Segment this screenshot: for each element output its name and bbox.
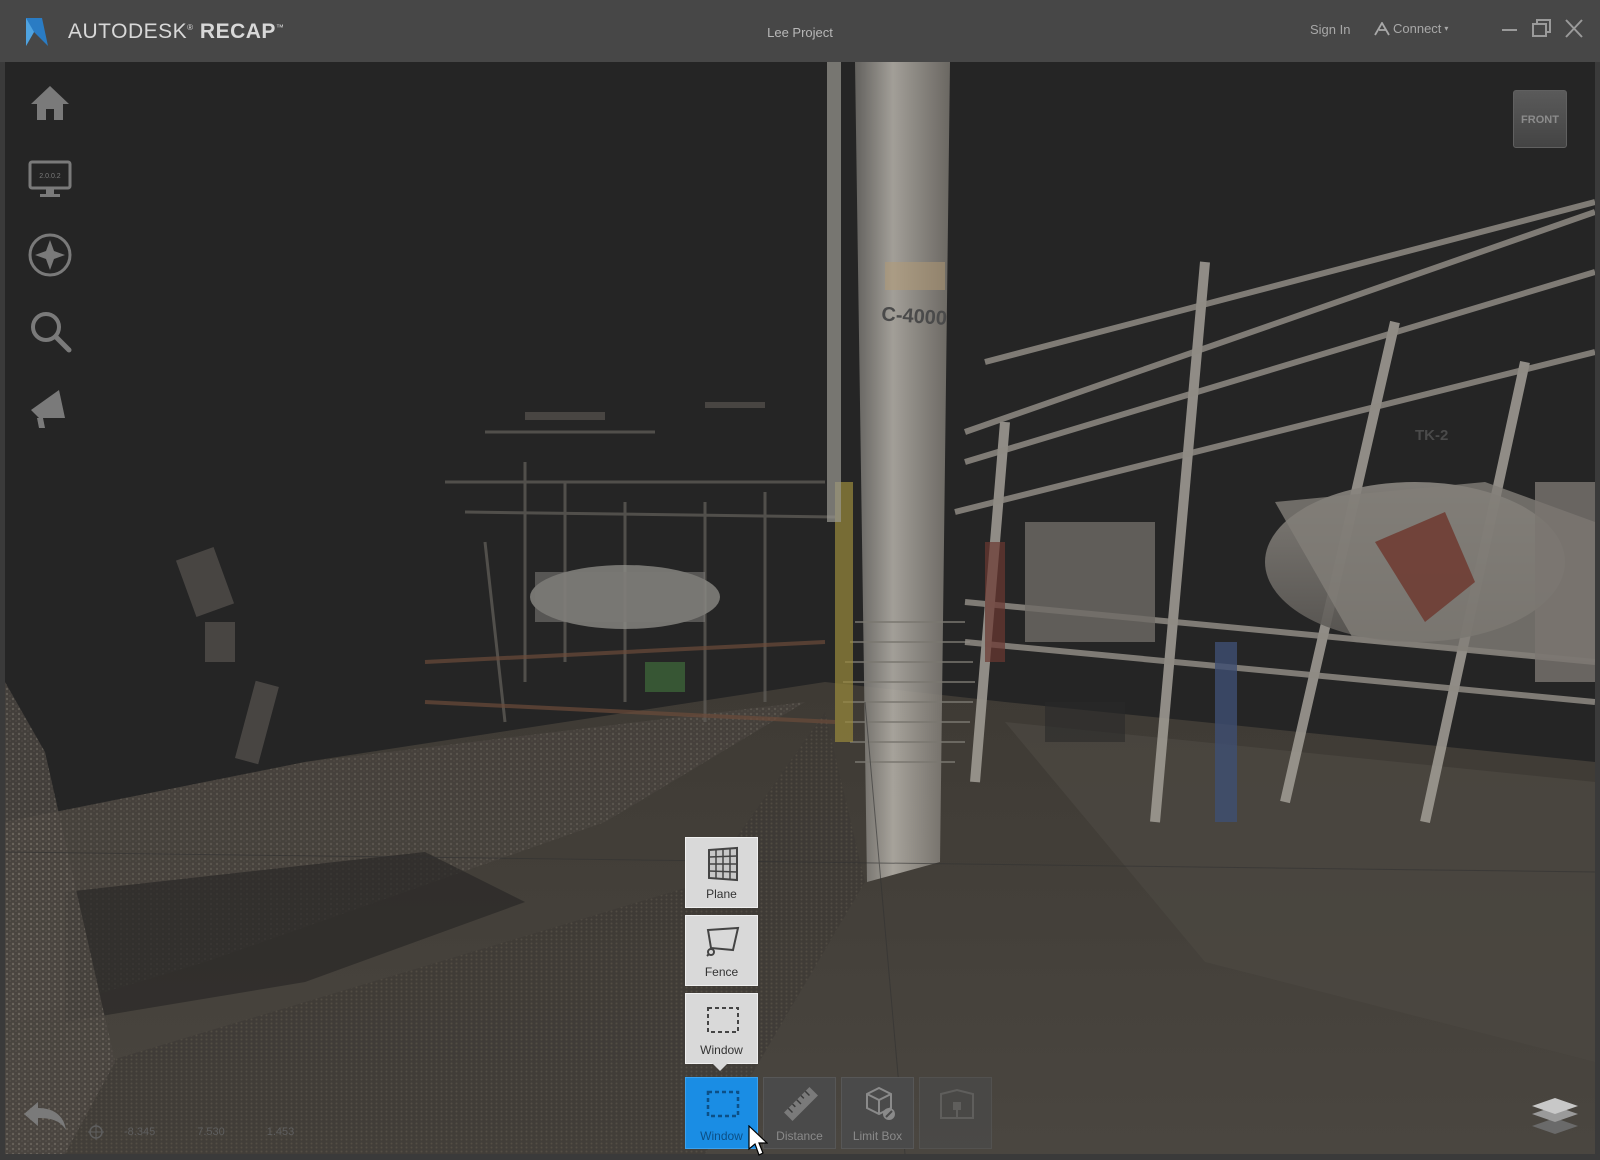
chevron-down-icon: ▾ bbox=[1444, 24, 1449, 33]
minimize-button[interactable] bbox=[1496, 16, 1524, 42]
title-bar: AUTODESK® RECAP™ Lee Project Sign In Con… bbox=[0, 0, 1600, 62]
point-cloud-scene[interactable]: C-4000 TK-2 bbox=[5, 62, 1595, 1154]
annotate-button[interactable] bbox=[25, 382, 75, 432]
brand-prefix: AUTODESK bbox=[68, 20, 188, 43]
window-select-icon bbox=[707, 1007, 739, 1033]
coord-x: -8.345 bbox=[124, 1126, 156, 1138]
mouse-cursor-icon bbox=[748, 1125, 768, 1156]
connect-label: Connect bbox=[1393, 21, 1442, 36]
tag-column-text: C-4000 bbox=[881, 303, 948, 330]
limit-box-button[interactable]: Limit Box bbox=[841, 1077, 914, 1149]
sign-in-link[interactable]: Sign In bbox=[1310, 22, 1350, 37]
plane-tool-button[interactable]: Plane bbox=[685, 837, 758, 908]
undo-icon bbox=[24, 1102, 66, 1130]
popup-pointer bbox=[711, 1062, 729, 1071]
recap-logo-icon bbox=[26, 18, 48, 46]
home-icon bbox=[31, 86, 69, 120]
home-button[interactable] bbox=[25, 78, 75, 128]
fence-icon bbox=[706, 926, 740, 957]
scan-location-icon bbox=[940, 1088, 974, 1119]
monitor-badge: 2.0.0.2 bbox=[39, 173, 61, 180]
window-tool-label: Window bbox=[700, 1043, 743, 1057]
compass-icon bbox=[28, 233, 72, 277]
view-cube[interactable]: FRONT bbox=[1513, 90, 1567, 148]
fence-tool-label: Fence bbox=[704, 965, 739, 979]
close-icon bbox=[1565, 19, 1583, 38]
window-select-icon bbox=[706, 1090, 740, 1118]
coord-z: 1.453 bbox=[266, 1126, 295, 1138]
coord-y: 7.530 bbox=[197, 1126, 225, 1138]
point-cloud-viewport[interactable]: C-4000 TK-2 2.0.0.2 FRONT bbox=[5, 62, 1595, 1154]
limit-box-label: Limit Box bbox=[852, 1129, 903, 1143]
a360-icon bbox=[1374, 21, 1390, 35]
layers-icon bbox=[1532, 1098, 1578, 1134]
window-tool-button[interactable]: Window bbox=[685, 993, 758, 1064]
tag-tank-text: TK-2 bbox=[1415, 427, 1448, 444]
grid-plane-icon bbox=[708, 846, 738, 882]
search-button[interactable] bbox=[25, 306, 75, 356]
undo-button[interactable] bbox=[20, 1096, 70, 1136]
limit-box-icon bbox=[866, 1086, 895, 1120]
monitor-icon: 2.0.0.2 bbox=[28, 160, 72, 197]
display-settings-button[interactable]: 2.0.0.2 bbox=[25, 154, 75, 204]
layers-button[interactable] bbox=[1528, 1096, 1582, 1136]
close-button[interactable] bbox=[1560, 16, 1588, 42]
project-title: Lee Project bbox=[767, 25, 833, 40]
search-icon bbox=[31, 312, 72, 353]
connect-dropdown[interactable]: Connect ▾ bbox=[1374, 21, 1448, 36]
distance-button[interactable]: Distance bbox=[763, 1077, 836, 1149]
fence-tool-button[interactable]: Fence bbox=[685, 915, 758, 986]
crosshair-icon bbox=[88, 1124, 104, 1140]
megaphone-icon bbox=[31, 390, 65, 428]
scan-location-button[interactable] bbox=[919, 1077, 992, 1149]
maximize-button[interactable] bbox=[1528, 16, 1556, 42]
brand-name: RECAP bbox=[199, 20, 276, 43]
distance-label: Distance bbox=[776, 1129, 823, 1143]
navigation-button[interactable] bbox=[25, 230, 75, 280]
window-select-label: Window bbox=[700, 1129, 743, 1143]
view-cube-face-label: FRONT bbox=[1521, 114, 1559, 126]
plane-tool-label: Plane bbox=[706, 887, 737, 901]
minimize-icon bbox=[1502, 29, 1517, 31]
restore-icon bbox=[1532, 19, 1551, 37]
coordinates-readout: -8.345 7.530 1.453 bbox=[88, 1124, 294, 1140]
app-brand: AUTODESK® RECAP™ bbox=[68, 20, 285, 43]
ruler-icon bbox=[784, 1087, 818, 1121]
